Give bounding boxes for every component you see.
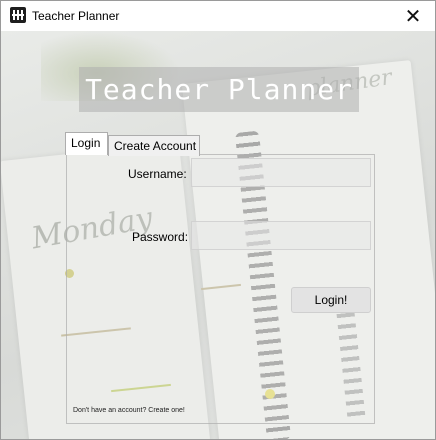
- planner-app-icon: [10, 7, 26, 23]
- create-account-link[interactable]: Don't have an account? Create one!: [73, 407, 185, 414]
- password-label: Password:: [132, 230, 189, 244]
- window-title: Teacher Planner: [32, 9, 120, 23]
- close-icon: ✕: [404, 5, 422, 28]
- tab-create-account[interactable]: Create Account: [108, 135, 200, 156]
- password-input[interactable]: [191, 221, 371, 250]
- tab-login[interactable]: Login: [65, 132, 108, 155]
- username-label: Username:: [128, 167, 187, 181]
- app-heading: Teacher Planner: [79, 67, 359, 112]
- app-heading-text: Teacher Planner: [85, 73, 353, 106]
- app-window: Teacher Planner ✕ Monday planner Teacher…: [0, 0, 436, 440]
- login-button[interactable]: Login!: [291, 287, 371, 313]
- title-bar: Teacher Planner ✕: [1, 1, 435, 31]
- username-input[interactable]: [191, 158, 371, 187]
- close-button[interactable]: ✕: [391, 1, 435, 31]
